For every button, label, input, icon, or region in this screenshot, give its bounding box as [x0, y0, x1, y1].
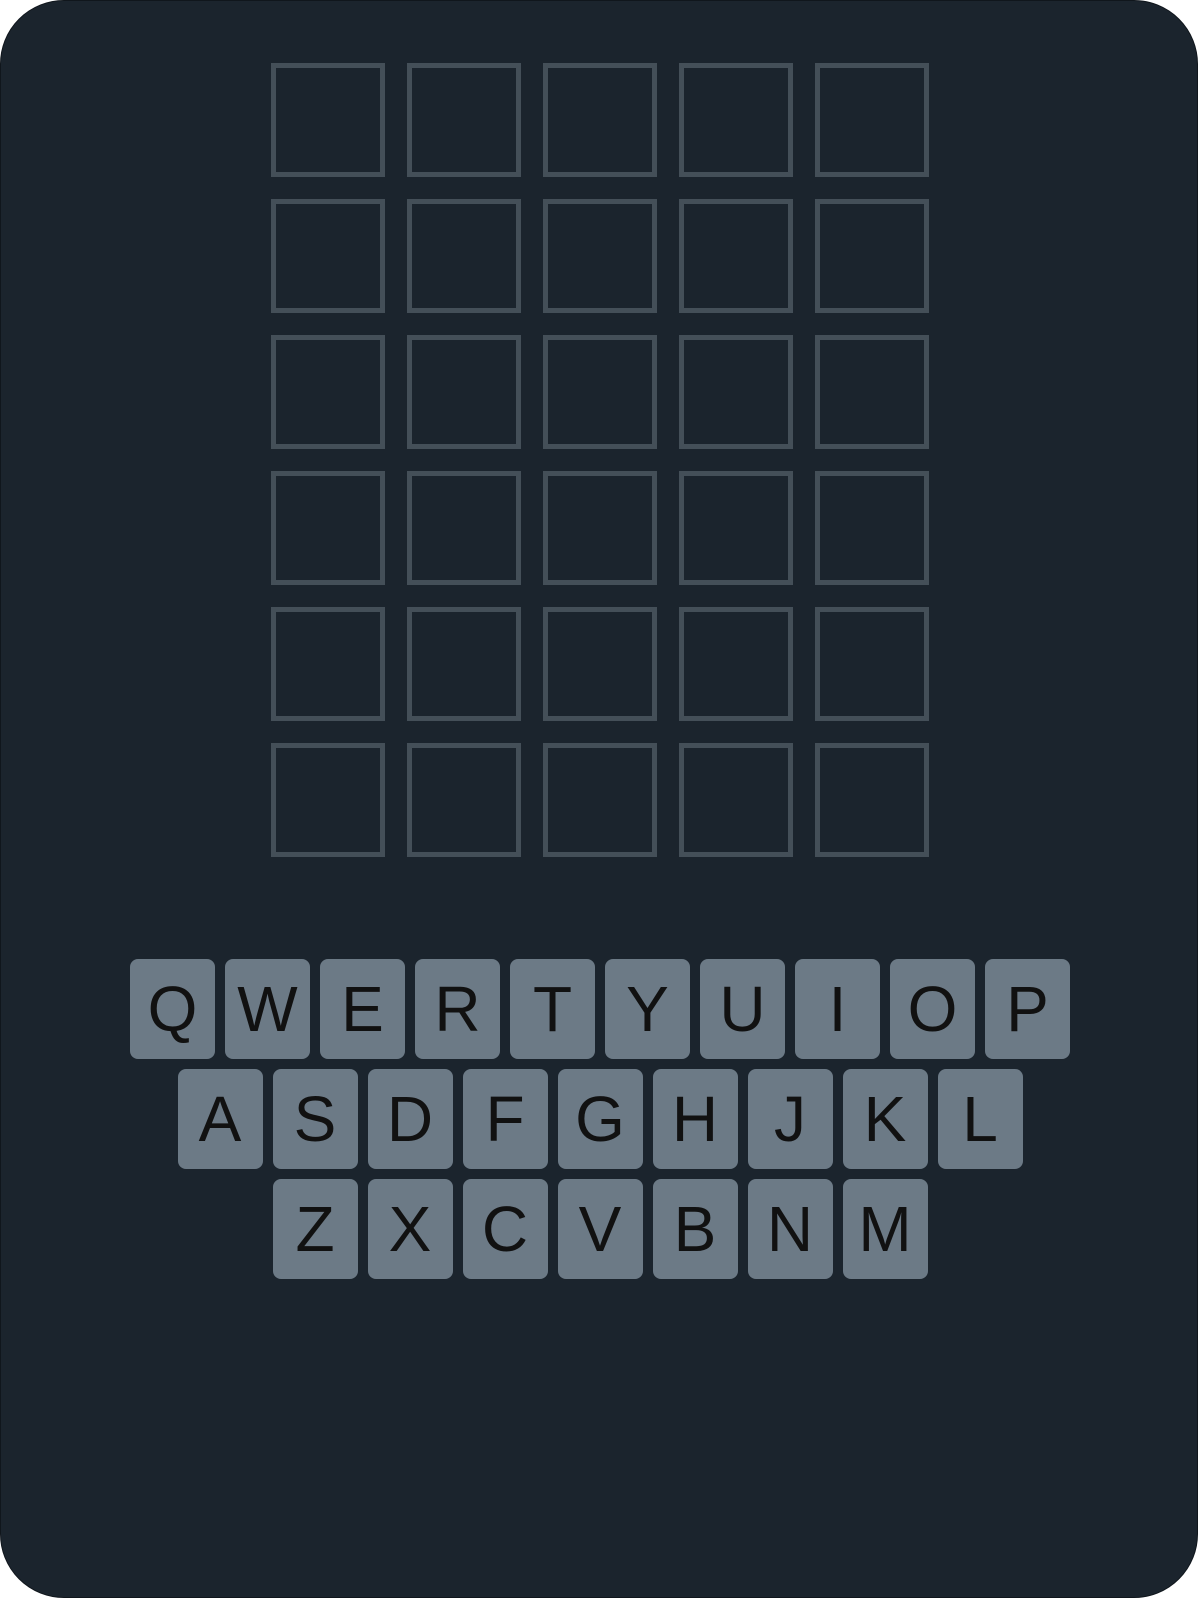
key-p[interactable]: P: [985, 959, 1070, 1059]
key-b[interactable]: B: [652, 1179, 738, 1279]
key-o[interactable]: O: [890, 959, 975, 1059]
grid-row: [271, 335, 931, 449]
letter-tile: [543, 743, 657, 857]
letter-tile: [815, 743, 929, 857]
keyboard-row: ZXCVBNM: [1, 1179, 1199, 1279]
letter-tile: [543, 199, 657, 313]
grid-row: [271, 607, 931, 721]
key-s[interactable]: S: [272, 1069, 358, 1169]
letter-tile: [271, 607, 385, 721]
key-h[interactable]: H: [652, 1069, 738, 1169]
key-v[interactable]: V: [557, 1179, 643, 1279]
key-r[interactable]: R: [415, 959, 500, 1059]
keyboard-row: ASDFGHJKL: [1, 1069, 1199, 1169]
guess-grid: [271, 63, 931, 879]
letter-tile: [407, 743, 521, 857]
on-screen-keyboard: QWERTYUIOPASDFGHJKLZXCVBNM: [1, 959, 1199, 1289]
letter-tile: [543, 471, 657, 585]
key-y[interactable]: Y: [605, 959, 690, 1059]
letter-tile: [271, 199, 385, 313]
key-u[interactable]: U: [700, 959, 785, 1059]
key-k[interactable]: K: [842, 1069, 928, 1169]
letter-tile: [679, 471, 793, 585]
key-n[interactable]: N: [747, 1179, 833, 1279]
letter-tile: [407, 63, 521, 177]
letter-tile: [271, 743, 385, 857]
key-f[interactable]: F: [462, 1069, 548, 1169]
letter-tile: [815, 199, 929, 313]
letter-tile: [679, 607, 793, 721]
letter-tile: [543, 607, 657, 721]
key-a[interactable]: A: [177, 1069, 263, 1169]
letter-tile: [815, 607, 929, 721]
keyboard-row: QWERTYUIOP: [1, 959, 1199, 1059]
game-panel: QWERTYUIOPASDFGHJKLZXCVBNM: [0, 0, 1198, 1598]
letter-tile: [679, 743, 793, 857]
letter-tile: [407, 607, 521, 721]
letter-tile: [815, 335, 929, 449]
key-q[interactable]: Q: [130, 959, 215, 1059]
letter-tile: [815, 471, 929, 585]
key-z[interactable]: Z: [272, 1179, 358, 1279]
key-x[interactable]: X: [367, 1179, 453, 1279]
grid-row: [271, 743, 931, 857]
key-l[interactable]: L: [937, 1069, 1023, 1169]
key-c[interactable]: C: [462, 1179, 548, 1279]
letter-tile: [271, 471, 385, 585]
letter-tile: [543, 63, 657, 177]
letter-tile: [815, 63, 929, 177]
letter-tile: [679, 335, 793, 449]
letter-tile: [543, 335, 657, 449]
key-g[interactable]: G: [557, 1069, 643, 1169]
letter-tile: [679, 63, 793, 177]
key-i[interactable]: I: [795, 959, 880, 1059]
letter-tile: [407, 335, 521, 449]
letter-tile: [407, 199, 521, 313]
key-t[interactable]: T: [510, 959, 595, 1059]
key-j[interactable]: J: [747, 1069, 833, 1169]
grid-row: [271, 199, 931, 313]
letter-tile: [679, 199, 793, 313]
letter-tile: [271, 335, 385, 449]
key-e[interactable]: E: [320, 959, 405, 1059]
letter-tile: [407, 471, 521, 585]
key-m[interactable]: M: [842, 1179, 928, 1279]
letter-tile: [271, 63, 385, 177]
key-w[interactable]: W: [225, 959, 310, 1059]
key-d[interactable]: D: [367, 1069, 453, 1169]
grid-row: [271, 471, 931, 585]
grid-row: [271, 63, 931, 177]
